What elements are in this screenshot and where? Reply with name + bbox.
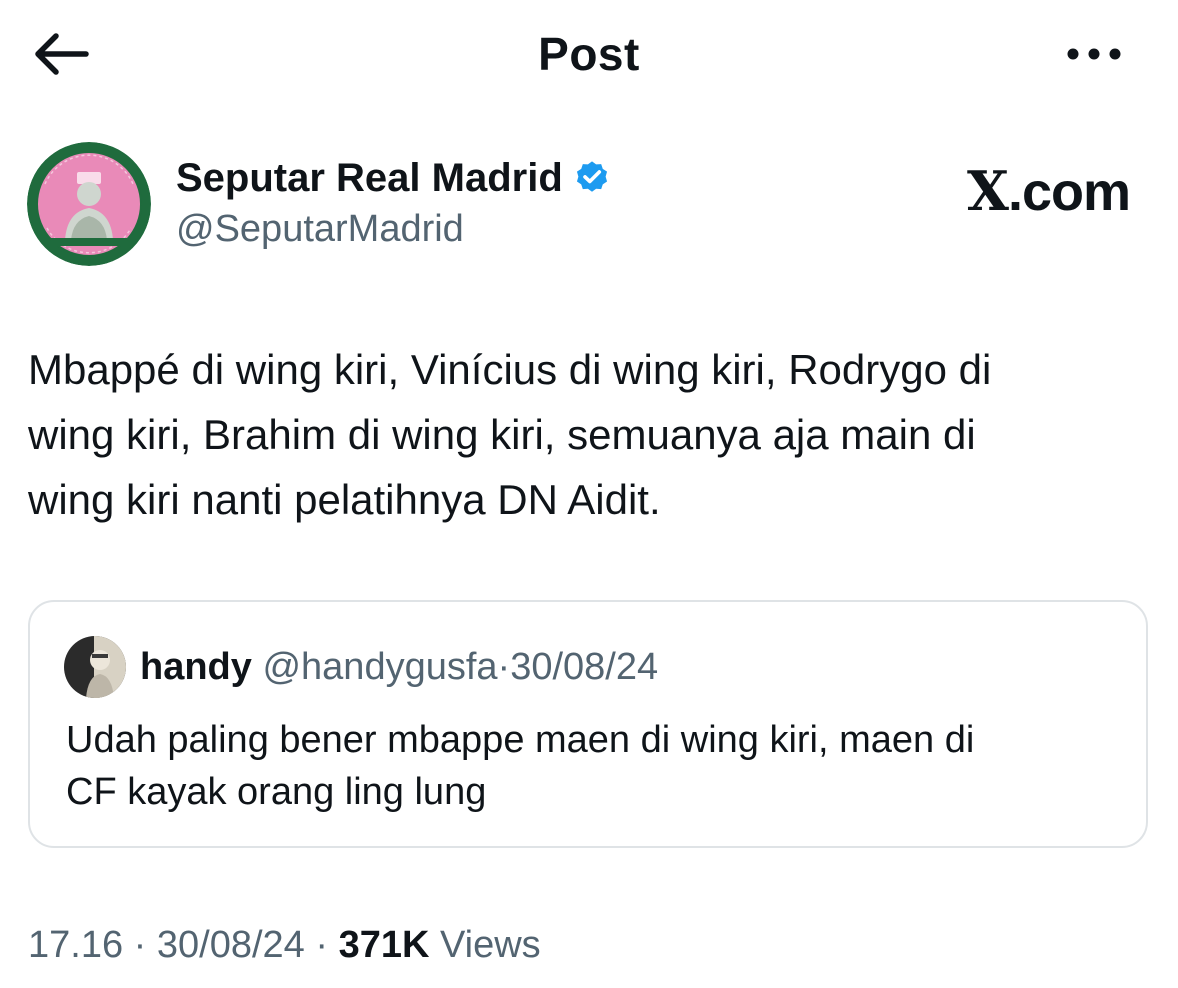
page-title: Post	[538, 28, 640, 80]
watermark-domain: .com	[1007, 162, 1131, 222]
quoted-author-avatar[interactable]	[64, 636, 126, 698]
quoted-display-name[interactable]: handy	[140, 646, 252, 688]
quoted-separator: ·	[497, 646, 511, 688]
more-horizontal-icon	[1067, 48, 1121, 60]
post-date[interactable]: 30/08/24	[157, 924, 305, 966]
quoted-avatar-image	[64, 636, 126, 698]
top-bar: Post	[0, 0, 1178, 110]
quoted-header: handy @handygusfa·30/08/24	[140, 642, 658, 692]
views-count: 371K	[338, 924, 430, 966]
post-time[interactable]: 17.16	[28, 924, 123, 966]
author-handle[interactable]: @SeputarMadrid	[176, 205, 464, 253]
views-label: Views	[439, 924, 541, 966]
quoted-date[interactable]: 30/08/24	[510, 646, 658, 688]
author-name-row: Seputar Real Madrid	[176, 154, 611, 202]
quoted-handle[interactable]: @handygusfa	[262, 646, 497, 688]
meta-separator-2: ·	[315, 924, 329, 966]
quoted-tweet-text: Udah paling bener mbappe maen di wing ki…	[66, 719, 975, 813]
tweet-metadata: 17.16 · 30/08/24 · 371K Views	[28, 920, 541, 970]
author-avatar[interactable]	[27, 142, 151, 266]
verified-badge-icon	[576, 161, 607, 192]
quoted-tweet-card[interactable]: handy @handygusfa·30/08/24 Udah paling b…	[28, 600, 1148, 848]
x-com-watermark: X.com	[967, 159, 1131, 223]
tweet-text: Mbappé di wing kiri, Vinícius di wing ki…	[28, 346, 992, 523]
meta-separator: ·	[133, 924, 147, 966]
author-display-name[interactable]: Seputar Real Madrid	[176, 154, 563, 202]
more-options-button[interactable]	[1062, 30, 1126, 78]
x-logo: X	[967, 159, 1009, 223]
seputar-madrid-logo	[27, 142, 151, 266]
